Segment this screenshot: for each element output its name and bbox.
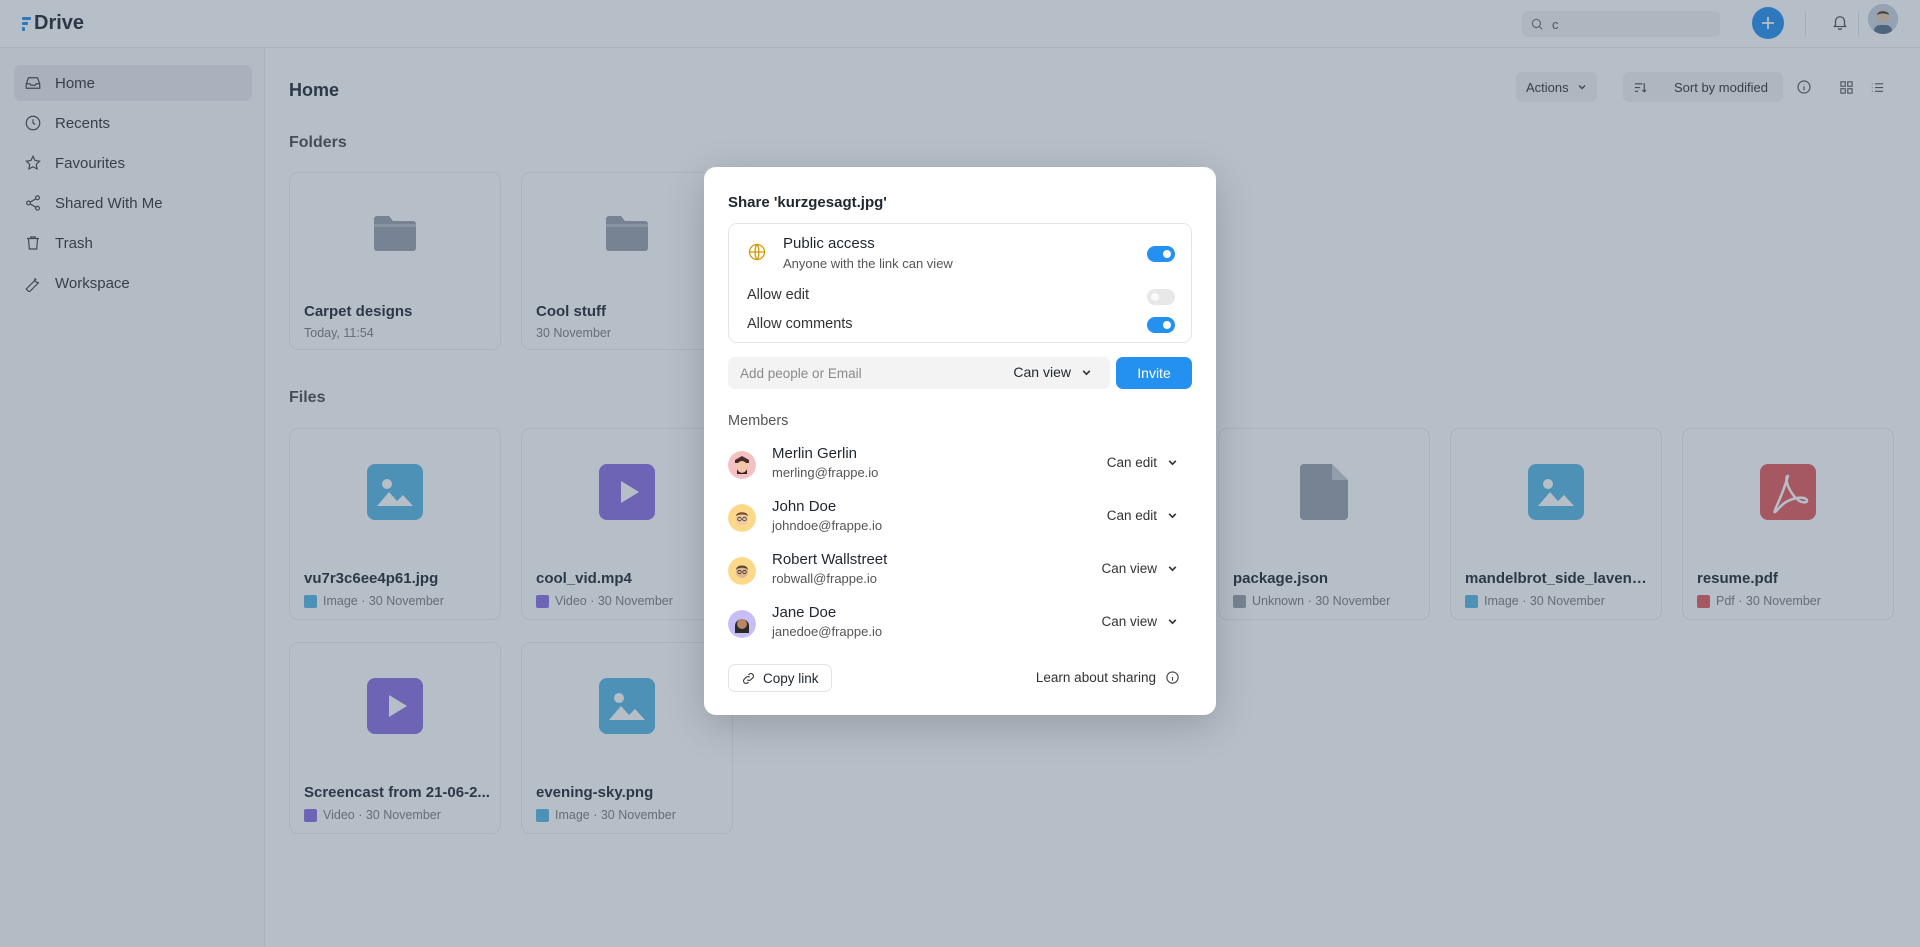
chevron-down-icon <box>1168 460 1177 466</box>
member-name: Robert Wallstreet <box>772 551 888 568</box>
member-avatar-icon <box>728 610 756 638</box>
avatar <box>728 451 756 479</box>
chevron-down-icon <box>1168 619 1177 625</box>
share-dialog: Share 'kurzgesagt.jpg' Public access Any… <box>704 167 1216 715</box>
info-icon <box>1166 671 1179 684</box>
member-row: Robert Wallstreet robwall@frappe.io Can … <box>728 551 1192 597</box>
invite-permission-select[interactable]: Can view <box>1013 364 1092 380</box>
public-access-title: Public access <box>783 235 875 252</box>
member-permission: Can edit <box>1106 455 1157 470</box>
allow-comments-label: Allow comments <box>747 316 853 332</box>
member-name: Merlin Gerlin <box>772 445 858 462</box>
add-people-input[interactable] <box>728 357 988 389</box>
learn-sharing-label: Learn about sharing <box>1035 670 1156 685</box>
public-access-toggle[interactable] <box>1147 246 1175 262</box>
member-avatar-icon <box>728 504 756 532</box>
member-email: robwall@frappe.io <box>772 571 877 586</box>
invite-permission-value: Can view <box>1013 364 1071 380</box>
member-permission-select[interactable]: Can edit <box>1107 455 1178 470</box>
toggle-knob <box>1163 321 1171 329</box>
avatar <box>728 557 756 585</box>
avatar <box>728 504 756 532</box>
member-row: Merlin Gerlin merling@frappe.io Can edit <box>728 445 1192 491</box>
copy-link-label: Copy link <box>763 670 819 686</box>
member-permission-select[interactable]: Can view <box>1101 561 1178 576</box>
member-avatar-icon <box>728 557 756 585</box>
public-access-subtitle: Anyone with the link can view <box>783 256 953 271</box>
chevron-down-icon <box>1082 369 1091 375</box>
chevron-down-icon <box>1168 566 1177 572</box>
learn-sharing-link[interactable]: Learn about sharing <box>1036 670 1180 685</box>
toggle-knob <box>1151 293 1159 301</box>
link-icon <box>743 672 754 684</box>
avatar <box>728 610 756 638</box>
globe-icon <box>748 243 766 261</box>
invite-button[interactable]: Invite <box>1116 357 1192 389</box>
toggle-knob <box>1163 250 1171 258</box>
members-heading: Members <box>728 413 789 429</box>
member-name: John Doe <box>772 498 837 515</box>
member-name: Jane Doe <box>772 604 837 621</box>
member-permission-select[interactable]: Can edit <box>1107 508 1178 523</box>
member-email: johndoe@frappe.io <box>772 518 883 533</box>
member-permission: Can edit <box>1106 508 1157 523</box>
chevron-down-icon <box>1168 513 1177 519</box>
member-permission: Can view <box>1101 561 1157 576</box>
member-email: merling@frappe.io <box>772 465 879 480</box>
allow-comments-toggle[interactable] <box>1147 317 1175 333</box>
member-permission-select[interactable]: Can view <box>1101 614 1178 629</box>
member-row: Jane Doe janedoe@frappe.io Can view <box>728 604 1192 650</box>
member-avatar-icon <box>728 451 756 479</box>
invite-field: Can view <box>728 357 1110 389</box>
allow-edit-label: Allow edit <box>747 287 810 303</box>
copy-link-button[interactable]: Copy link <box>728 664 832 692</box>
member-permission: Can view <box>1101 614 1157 629</box>
dialog-title: Share 'kurzgesagt.jpg' <box>728 194 887 211</box>
allow-edit-toggle[interactable] <box>1147 289 1175 305</box>
member-email: janedoe@frappe.io <box>772 624 883 639</box>
access-settings: Public access Anyone with the link can v… <box>728 223 1192 343</box>
member-row: John Doe johndoe@frappe.io Can edit <box>728 498 1192 544</box>
